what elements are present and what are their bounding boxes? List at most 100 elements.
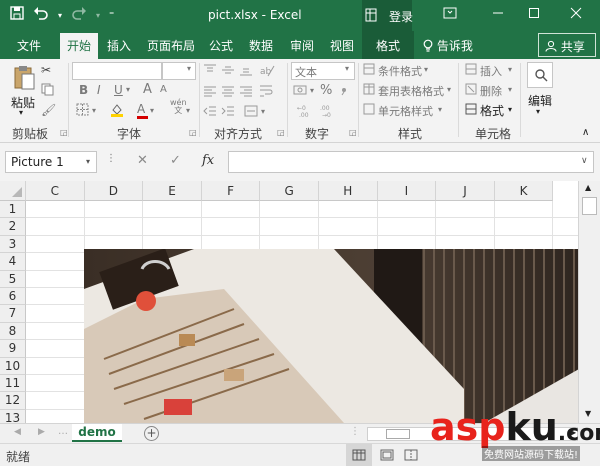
tab-insert[interactable]: 插入 xyxy=(107,37,131,54)
font-size-dropdown-icon[interactable]: ▾ xyxy=(187,64,191,73)
fill-color-icon[interactable] xyxy=(110,103,124,120)
editing-dropdown-icon[interactable]: ▾ xyxy=(536,107,540,116)
copy-icon[interactable] xyxy=(41,83,54,99)
cut-icon[interactable]: ✂ xyxy=(41,63,51,77)
increase-indent-icon[interactable] xyxy=(221,105,235,120)
vertical-scrollbar[interactable]: ▲ ▼ xyxy=(578,181,600,423)
row-header-1[interactable]: 1 xyxy=(0,201,26,219)
row-header-13[interactable]: 13 xyxy=(0,409,26,423)
tab-page-layout[interactable]: 页面布局 xyxy=(147,37,195,54)
next-sheet-icon[interactable]: ▶ xyxy=(38,427,45,437)
conditional-format-dropdown-icon[interactable]: ▾ xyxy=(424,65,428,74)
format-cells-icon[interactable] xyxy=(465,103,477,118)
find-select-button[interactable] xyxy=(527,62,553,88)
align-top-icon[interactable] xyxy=(203,64,217,79)
font-shrink-button[interactable]: A xyxy=(160,84,167,95)
hscroll-grip-icon[interactable]: ⋮ xyxy=(350,426,360,437)
page-layout-view-icon[interactable] xyxy=(380,449,394,464)
align-left-icon[interactable] xyxy=(203,85,217,100)
share-button[interactable]: 共享 xyxy=(538,33,596,57)
underline-button[interactable]: U xyxy=(114,83,123,97)
worksheet-grid[interactable]: CDEFGHIJK 12345678910111213 xyxy=(0,181,600,423)
add-sheet-button[interactable]: + xyxy=(144,426,159,441)
insert-cells-icon[interactable] xyxy=(465,63,477,78)
vertical-scroll-thumb[interactable] xyxy=(582,197,597,215)
redo-icon[interactable] xyxy=(71,6,87,25)
tab-data[interactable]: 数据 xyxy=(249,37,273,54)
tab-format[interactable]: 格式 xyxy=(362,31,415,59)
row-header-11[interactable]: 11 xyxy=(0,375,26,393)
row-header-6[interactable]: 6 xyxy=(0,288,26,306)
number-format-dropdown-icon[interactable]: ▾ xyxy=(345,64,349,73)
column-header-f[interactable]: F xyxy=(201,181,261,201)
login-link[interactable]: 登录 xyxy=(389,8,413,25)
save-icon[interactable] xyxy=(10,6,24,25)
tab-review[interactable]: 审阅 xyxy=(290,37,314,54)
collapse-ribbon-icon[interactable]: ∧ xyxy=(582,127,589,138)
number-launcher-icon[interactable]: ◲ xyxy=(349,128,357,137)
conditional-format-button[interactable]: 条件格式 xyxy=(378,63,422,79)
format-painter-icon[interactable]: 🖌 xyxy=(41,103,56,117)
orientation-icon[interactable]: ab xyxy=(259,63,275,80)
border-icon[interactable] xyxy=(76,103,89,119)
row-header-5[interactable]: 5 xyxy=(0,270,26,288)
table-format-button[interactable]: 套用表格格式 xyxy=(378,83,444,99)
cell-styles-dropdown-icon[interactable]: ▾ xyxy=(438,105,442,114)
decrease-indent-icon[interactable] xyxy=(203,105,217,120)
wrap-text-icon[interactable] xyxy=(259,84,273,101)
cell-styles-button[interactable]: 单元格样式 xyxy=(378,103,433,119)
alignment-launcher-icon[interactable]: ◲ xyxy=(277,128,285,137)
font-grow-button[interactable]: A xyxy=(143,82,152,97)
format-cells-button[interactable]: 格式 xyxy=(480,102,504,119)
delete-cells-icon[interactable] xyxy=(465,83,477,98)
prev-sheet-icon[interactable]: ◀ xyxy=(14,427,21,437)
row-header-9[interactable]: 9 xyxy=(0,340,26,358)
phonetic-dropdown-icon[interactable]: ▾ xyxy=(186,106,190,115)
row-header-8[interactable]: 8 xyxy=(0,322,26,341)
name-box[interactable]: Picture 1 xyxy=(5,151,97,173)
underline-dropdown-icon[interactable]: ▾ xyxy=(126,85,130,94)
merge-dropdown-icon[interactable]: ▾ xyxy=(261,107,265,116)
undo-dropdown-icon[interactable]: ▾ xyxy=(58,7,62,25)
merge-center-icon[interactable] xyxy=(244,105,258,120)
column-header-e[interactable]: E xyxy=(143,181,202,201)
font-color-dropdown-icon[interactable]: ▾ xyxy=(150,106,154,115)
tell-me-search[interactable]: 告诉我 xyxy=(423,37,473,54)
delete-cells-dropdown-icon[interactable]: ▾ xyxy=(508,85,512,94)
row-header-12[interactable]: 12 xyxy=(0,392,26,410)
cell-styles-icon[interactable] xyxy=(363,103,375,118)
format-cells-dropdown-icon[interactable]: ▾ xyxy=(508,105,512,114)
customize-qat-icon[interactable]: ⁼ xyxy=(109,7,114,25)
tab-view[interactable]: 视图 xyxy=(330,37,354,54)
minimize-icon[interactable] xyxy=(488,7,508,23)
percent-button[interactable]: % xyxy=(320,83,332,98)
expand-formula-icon[interactable]: ∨ xyxy=(581,156,588,166)
conditional-format-icon[interactable] xyxy=(363,63,375,78)
decrease-decimal-icon[interactable]: .00 →0 xyxy=(320,104,338,121)
paste-dropdown-icon[interactable]: ▾ xyxy=(19,108,23,117)
close-icon[interactable] xyxy=(566,7,586,23)
phonetic-guide-button[interactable]: wén 文 xyxy=(170,99,187,115)
column-header-g[interactable]: G xyxy=(260,181,319,201)
cancel-icon[interactable]: ✕ xyxy=(137,153,148,168)
italic-button[interactable]: I xyxy=(97,83,101,97)
normal-view-button[interactable] xyxy=(346,444,372,466)
insert-cells-dropdown-icon[interactable]: ▾ xyxy=(508,65,512,74)
font-color-icon[interactable]: A xyxy=(137,102,148,119)
formula-bar-grip-icon[interactable]: ⋮ xyxy=(106,153,116,164)
sheet-more-icon[interactable]: … xyxy=(58,426,68,437)
sheet-tab-demo[interactable]: demo xyxy=(72,424,122,442)
bold-button[interactable]: B xyxy=(79,83,88,97)
paste-icon[interactable] xyxy=(13,65,35,94)
select-all-corner[interactable] xyxy=(0,181,26,201)
currency-icon[interactable] xyxy=(293,83,309,100)
align-bottom-icon[interactable] xyxy=(239,64,253,79)
insert-function-button[interactable]: fx xyxy=(202,153,214,168)
redo-dropdown-icon[interactable]: ▾ xyxy=(96,7,100,25)
horizontal-scroll-thumb[interactable] xyxy=(386,429,410,439)
row-header-10[interactable]: 10 xyxy=(0,357,26,375)
column-header-k[interactable]: K xyxy=(494,181,554,201)
comma-style-icon[interactable] xyxy=(338,84,350,99)
row-header-2[interactable]: 2 xyxy=(0,218,26,236)
picture-object[interactable] xyxy=(84,249,579,423)
